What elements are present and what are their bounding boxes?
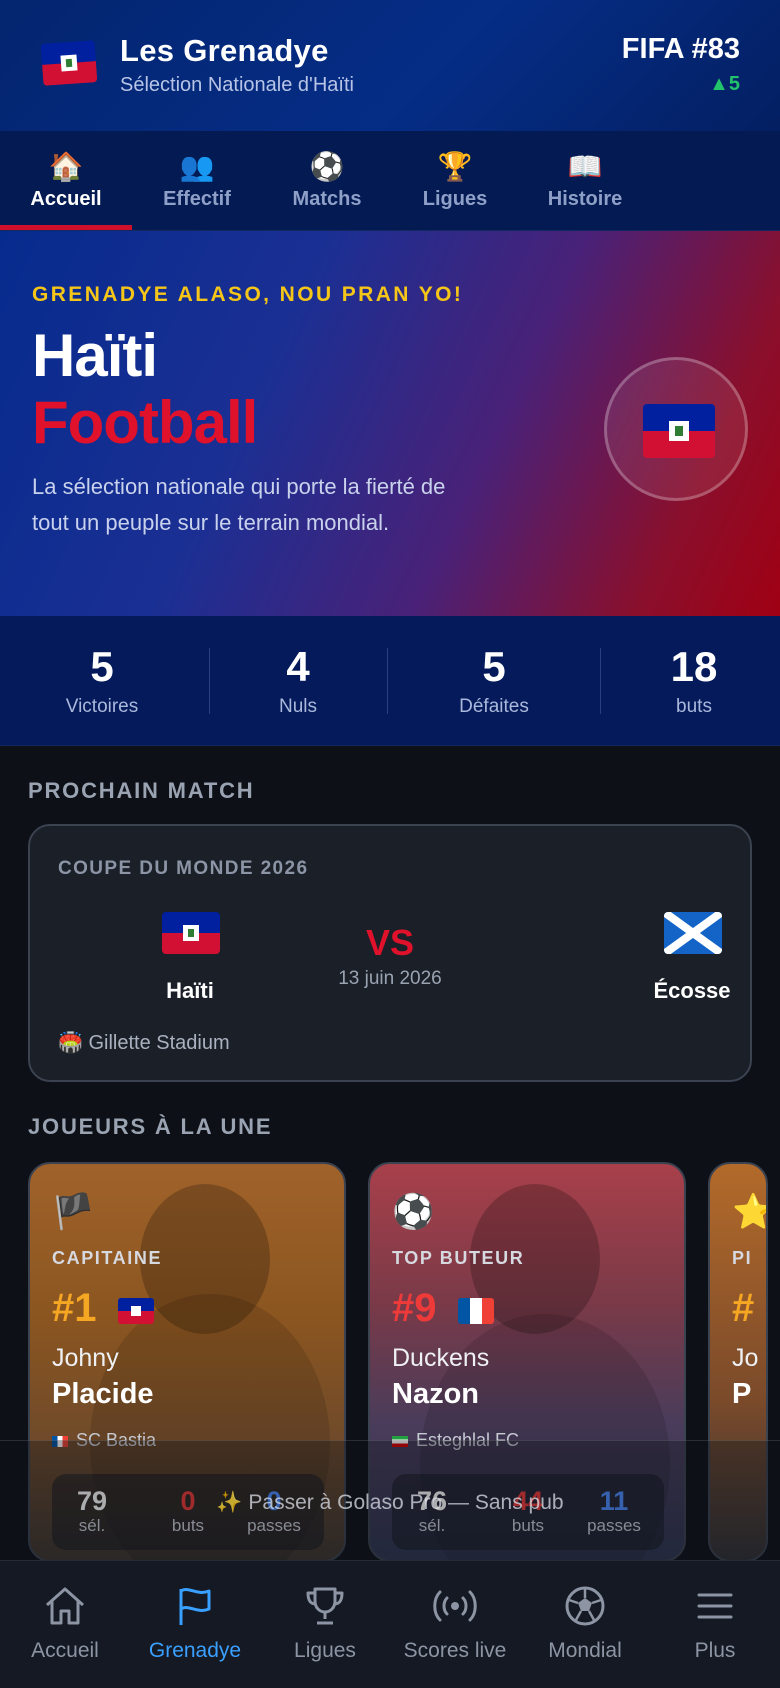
tab-label: Accueil	[30, 187, 102, 210]
france-flag-icon	[458, 1298, 494, 1324]
broadcast-icon	[433, 1590, 477, 1622]
player-role: TOP BUTEUR	[392, 1248, 525, 1268]
haiti-flag-icon	[643, 404, 715, 458]
promo-banner[interactable]: ✨ Passer à Golaso Pro — Sans pub	[0, 1440, 780, 1560]
stat-divider	[600, 648, 601, 714]
stat-label: Défaites	[459, 696, 529, 717]
team-title: Les Grenadye	[120, 33, 329, 68]
tab-label: Ligues	[422, 187, 488, 210]
nav-label: Plus	[694, 1639, 736, 1662]
nav-label: Grenadye	[148, 1639, 242, 1662]
player-last-name: Nazon	[392, 1378, 479, 1410]
player-role: CAPITAINE	[52, 1248, 163, 1268]
flag-icon	[179, 1588, 211, 1625]
active-tab-indicator	[0, 225, 132, 230]
stat-value: 18	[670, 643, 718, 690]
haiti-flag-icon	[40, 40, 98, 86]
match-venue: 🏟️ Gillette Stadium	[58, 1032, 230, 1054]
player-first-name: Johny	[52, 1344, 119, 1372]
hero-description: La sélection nationale qui porte la fier…	[32, 474, 446, 535]
black-flag-icon: 🏴	[52, 1193, 95, 1231]
hero-title-line2: Football	[32, 389, 258, 456]
player-first-name: Duckens	[392, 1344, 490, 1372]
player-number: #1	[52, 1286, 97, 1330]
tab-accueil[interactable]: 🏠 Accueil	[0, 131, 132, 231]
soccer-ball-icon: ⚽	[392, 1193, 435, 1231]
stat-label: Nuls	[278, 696, 317, 717]
vs-label: VS	[365, 922, 415, 963]
stat-value: 5	[482, 643, 506, 690]
app-header: Les Grenadye Sélection Nationale d'Haïti…	[0, 0, 780, 131]
bottom-navigation: Accueil Grenadye Ligues Scores live Mond…	[0, 1560, 780, 1688]
nav-label: Scores live	[403, 1639, 507, 1662]
menu-icon	[697, 1593, 733, 1619]
haiti-flag-icon	[118, 1298, 154, 1324]
trophy-icon	[306, 1587, 344, 1625]
stat-divider	[209, 648, 210, 714]
player-first-name: Jo	[732, 1344, 759, 1372]
away-team-name: Écosse	[653, 978, 731, 1003]
tab-matchs[interactable]: ⚽ Matchs	[262, 131, 392, 231]
haiti-flag-icon	[162, 912, 220, 954]
player-last-name: Placide	[52, 1378, 154, 1410]
stat-value: 4	[286, 643, 310, 690]
soccer-ball-icon	[565, 1586, 605, 1626]
top-tab-bar: 🏠 Accueil 👥 Effectif ⚽ Matchs 🏆 Ligues 📖…	[0, 131, 780, 231]
nav-grenadye[interactable]: Grenadye	[130, 1583, 260, 1663]
player-last-name: P	[732, 1378, 752, 1410]
scotland-flag-icon	[664, 912, 722, 954]
team-subtitle: Sélection Nationale d'Haïti	[120, 74, 354, 96]
player-number: #9	[392, 1286, 437, 1330]
nav-accueil[interactable]: Accueil	[0, 1583, 130, 1663]
stat-defaites: 5 Défaites	[434, 644, 554, 718]
soccer-ball-icon: ⚽	[309, 150, 345, 182]
nav-scores-live[interactable]: Scores live	[390, 1583, 520, 1663]
rank-change: ▲5	[709, 73, 740, 95]
stat-victoires: 5 Victoires	[40, 644, 164, 718]
section-title-featured-players: JOUEURS À LA UNE	[28, 1114, 273, 1139]
hero-tagline: GRENADYE ALASO, NOU PRAN YO!	[32, 283, 464, 306]
player-role: PI	[732, 1248, 753, 1268]
fifa-rank: FIFA #83	[621, 33, 740, 65]
home-icon	[46, 1587, 84, 1625]
nav-plus[interactable]: Plus	[650, 1583, 780, 1663]
stat-divider	[387, 648, 388, 714]
tab-label: Matchs	[292, 187, 362, 210]
stat-label: buts	[676, 696, 712, 717]
competition-label: COUPE DU MONDE 2026	[58, 858, 309, 879]
tab-effectif[interactable]: 👥 Effectif	[132, 131, 262, 231]
star-icon: ⭐	[732, 1192, 766, 1232]
nav-label: Ligues	[294, 1639, 356, 1662]
house-icon: 🏠	[48, 150, 84, 182]
player-number: #	[732, 1286, 755, 1330]
hero-title-line1: Haïti	[32, 322, 158, 389]
hero-banner: GRENADYE ALASO, NOU PRAN YO! Haïti Footb…	[0, 231, 780, 616]
team-stats-bar: 5 Victoires 4 Nuls 5 Défaites 18 buts	[0, 616, 780, 746]
trophy-icon: 🏆	[437, 150, 473, 182]
tab-label: Histoire	[547, 187, 623, 210]
next-match-card[interactable]: COUPE DU MONDE 2026 Haïti VS 13 juin 202…	[28, 824, 752, 1082]
stat-label: Victoires	[65, 696, 139, 717]
match-date: 13 juin 2026	[338, 968, 442, 989]
tab-ligues[interactable]: 🏆 Ligues	[392, 131, 518, 231]
book-icon: 📖	[567, 150, 603, 182]
people-icon: 👥	[179, 150, 215, 182]
hero-flag-badge	[604, 357, 748, 501]
stat-nuls: 4 Nuls	[238, 644, 358, 718]
nav-ligues[interactable]: Ligues	[260, 1583, 390, 1663]
tab-label: Effectif	[163, 187, 231, 210]
nav-label: Mondial	[548, 1639, 622, 1662]
nav-label: Accueil	[31, 1639, 99, 1662]
section-title-next-match: PROCHAIN MATCH	[28, 778, 255, 803]
stat-value: 5	[90, 643, 114, 690]
nav-mondial[interactable]: Mondial	[520, 1583, 650, 1663]
stat-buts: 18 buts	[634, 644, 754, 718]
tab-histoire[interactable]: 📖 Histoire	[518, 131, 652, 231]
promo-text: ✨ Passer à Golaso Pro — Sans pub	[216, 1491, 564, 1514]
home-team-name: Haïti	[166, 978, 214, 1003]
